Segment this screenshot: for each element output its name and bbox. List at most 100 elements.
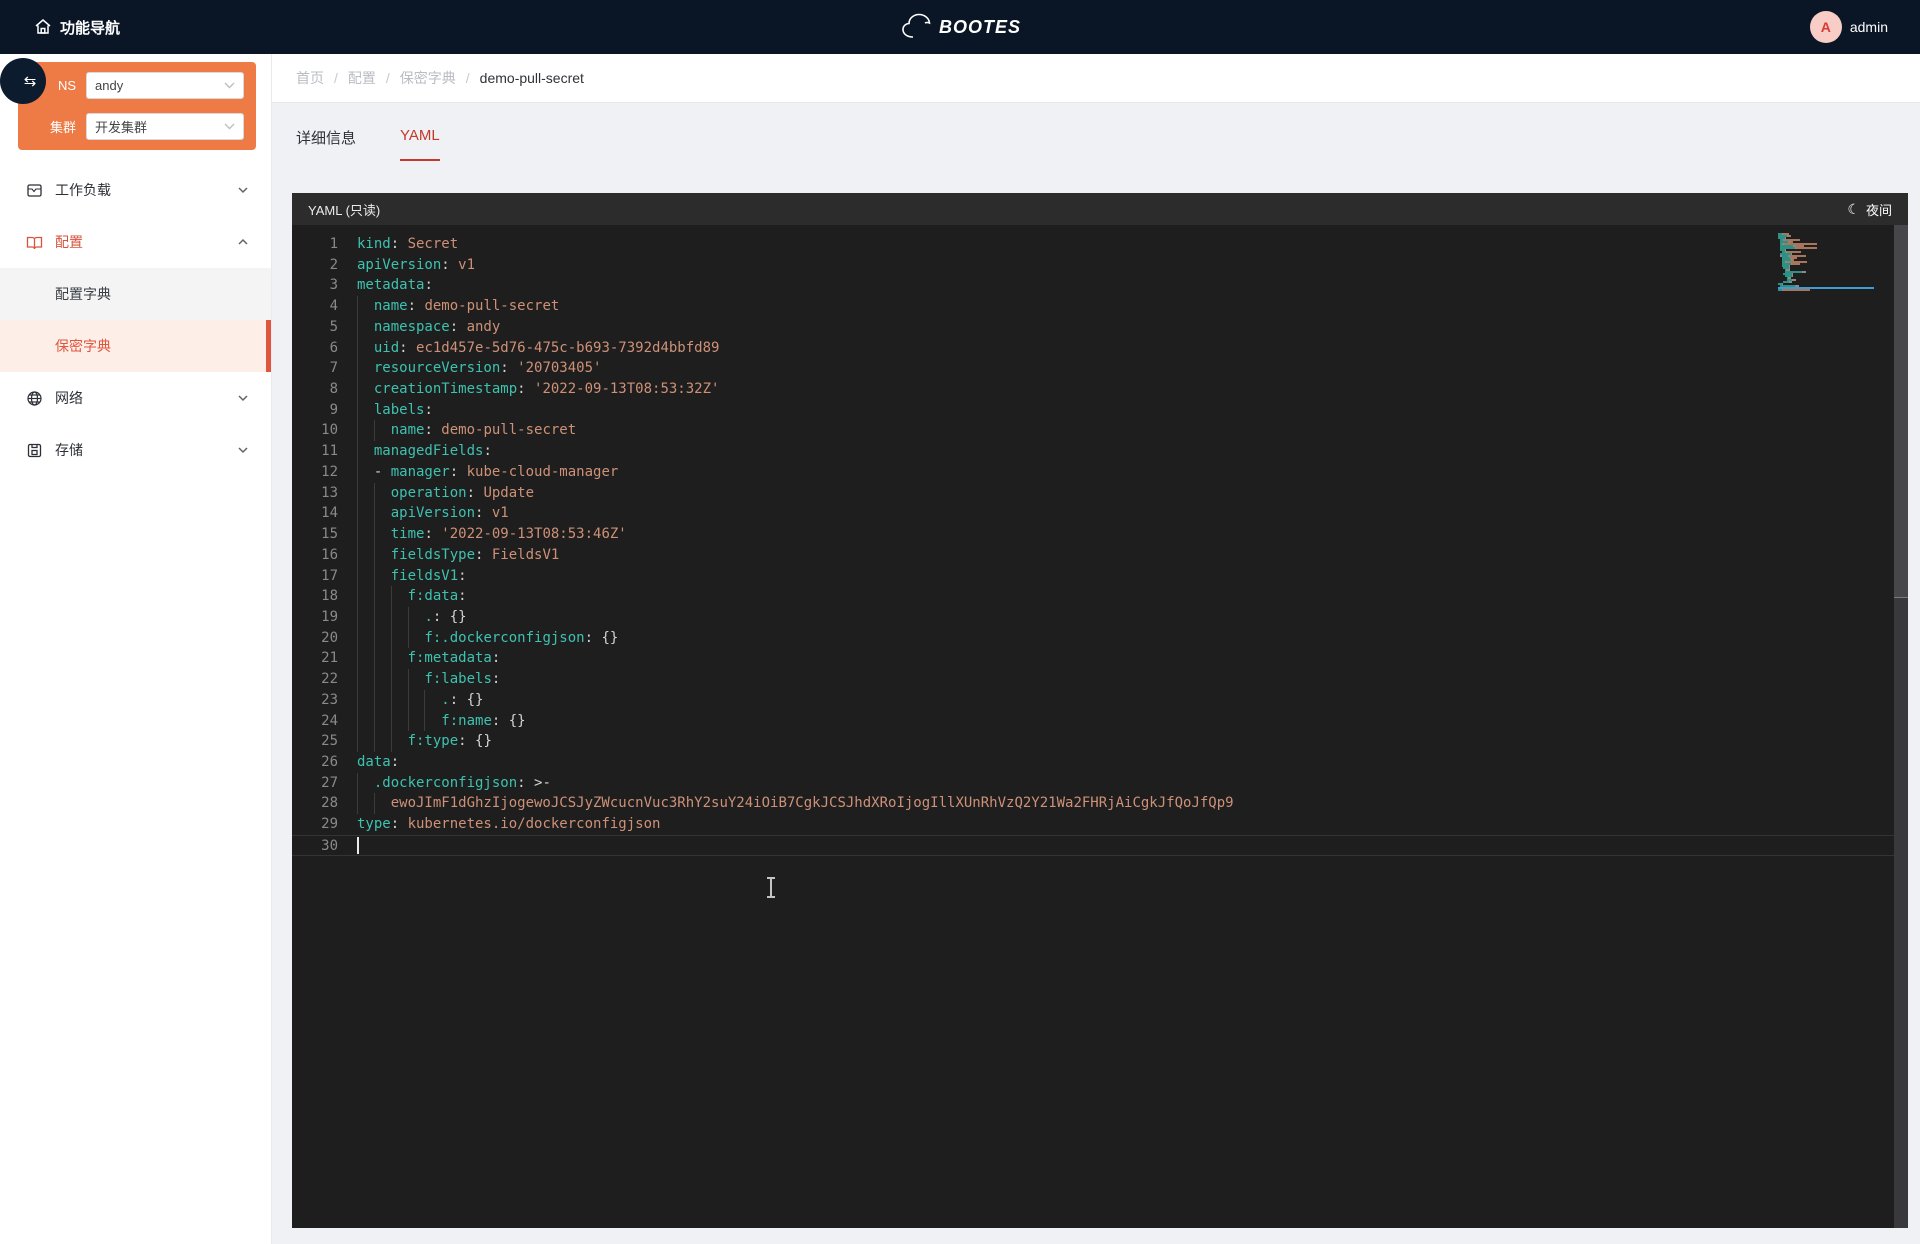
sidebar-item-label: 配置 [55,232,237,252]
code-text: time: '2022-09-13T08:53:46Z' [357,524,1894,545]
line-number: 5 [292,317,338,338]
code-text: f:data: [357,586,1894,607]
detail-tabs: 详细信息 YAML [296,127,440,161]
code-line-29: 29type: kubernetes.io/dockerconfigjson [292,814,1894,835]
workload-icon [26,182,43,199]
indent-guide [374,566,375,587]
night-mode-label: 夜间 [1866,200,1892,219]
sidebar-item-network[interactable]: 网络 [0,372,271,424]
chevron-down-icon [237,444,249,456]
breadcrumb-secret-dict[interactable]: 保密字典 [400,68,456,88]
editor-scrollbar-thumb[interactable] [1894,225,1908,598]
user-menu[interactable]: A admin [1810,0,1888,54]
function-nav-button[interactable]: 功能导航 [34,17,120,38]
line-number: 1 [292,234,338,255]
sidebar-subitem-label: 配置字典 [55,284,111,304]
line-number: 9 [292,400,338,421]
indent-guide [391,669,392,690]
line-number: 26 [292,752,338,773]
code-line-28: 28 ewoJImF1dGhzIjogewoJCSJyZWcucnVuc3RhY… [292,793,1894,814]
code-line-7: 7 resourceVersion: '20703405' [292,358,1894,379]
brand-logo: BOOTES [899,0,1021,54]
indent-guide [357,566,358,587]
sidebar-subitem-secret[interactable]: 保密字典 [0,320,271,372]
sidebar-collapse-button[interactable]: ⇆ [0,58,46,104]
editor-minimap[interactable] [1778,233,1878,293]
code-text: f:type: {} [357,731,1894,752]
yaml-code-area[interactable]: 1kind: Secret2apiVersion: v13metadata:4 … [292,225,1894,1228]
indent-guide [357,524,358,545]
minimap-line [1778,291,1878,293]
sidebar-item-config[interactable]: 配置 [0,216,271,268]
code-text: .dockerconfigjson: >- [357,773,1894,794]
globe-icon [26,390,43,407]
line-number: 18 [292,586,338,607]
line-number: 10 [292,420,338,441]
indent-guide [391,628,392,649]
code-line-5: 5 namespace: andy [292,317,1894,338]
sidebar-item-workload[interactable]: 工作负载 [0,164,271,216]
line-number: 3 [292,275,338,296]
breadcrumb-config[interactable]: 配置 [348,68,376,88]
user-avatar[interactable]: A [1810,11,1842,43]
code-line-4: 4 name: demo-pull-secret [292,296,1894,317]
tab-yaml[interactable]: YAML [400,127,440,161]
line-number: 4 [292,296,338,317]
code-line-26: 26 data: [292,752,1894,773]
night-mode-toggle[interactable]: ☾ 夜间 [1847,200,1892,219]
code-text: name: demo-pull-secret [357,296,1894,317]
indent-guide [374,628,375,649]
indent-guide [357,793,358,814]
code-line-30: 30 [292,835,1894,856]
code-text: name: demo-pull-secret [357,420,1894,441]
code-line-20: 20 f:.dockerconfigjson: {} [292,628,1894,649]
cluster-value: 开发集群 [95,117,224,136]
sidebar-item-storage[interactable]: 存储 [0,424,271,476]
sidebar-subitem-label: 保密字典 [55,336,111,356]
cluster-select[interactable]: 开发集群 [86,113,244,140]
code-line-19: 19 .: {} [292,607,1894,628]
line-number: 11 [292,441,338,462]
line-number: 14 [292,503,338,524]
indent-guide [374,420,375,441]
indent-guide [357,317,358,338]
line-number: 17 [292,566,338,587]
indent-guide [357,731,358,752]
function-nav-label: 功能导航 [60,17,120,38]
indent-guide [357,462,358,483]
breadcrumb-separator: / [334,70,338,86]
switch-icon: ⇆ [24,72,37,90]
indent-guide [357,358,358,379]
editor-scrollbar [1894,225,1908,1228]
line-number: 13 [292,483,338,504]
indent-guide [357,690,358,711]
indent-guide [408,669,409,690]
indent-guide [374,607,375,628]
code-line-10: 10 name: demo-pull-secret [292,420,1894,441]
line-number: 29 [292,814,338,835]
indent-guide [391,690,392,711]
tab-detail-info[interactable]: 详细信息 [296,127,356,161]
chevron-up-icon [237,236,249,248]
indent-guide [357,441,358,462]
indent-guide [374,648,375,669]
code-text: metadata: [357,275,1894,296]
namespace-select[interactable]: andy [86,72,244,99]
sidebar-item-label: 存储 [55,440,237,460]
indent-guide [374,483,375,504]
code-line-6: 6 uid: ec1d457e-5d76-475c-b693-7392d4bbf… [292,338,1894,359]
line-number: 8 [292,379,338,400]
code-line-11: 11 managedFields: [292,441,1894,462]
code-line-16: 16 fieldsType: FieldsV1 [292,545,1894,566]
sidebar-subitem-configmap[interactable]: 配置字典 [0,268,271,320]
indent-guide [357,400,358,421]
indent-guide [374,731,375,752]
code-text: apiVersion: v1 [357,503,1894,524]
sidebar-item-label: 工作负载 [55,180,237,200]
indent-guide [357,669,358,690]
code-text: data: [357,752,1894,773]
breadcrumb-home[interactable]: 首页 [296,68,324,88]
indent-guide [374,669,375,690]
indent-guide [408,628,409,649]
yaml-editor-title: YAML (只读) [308,200,1847,219]
